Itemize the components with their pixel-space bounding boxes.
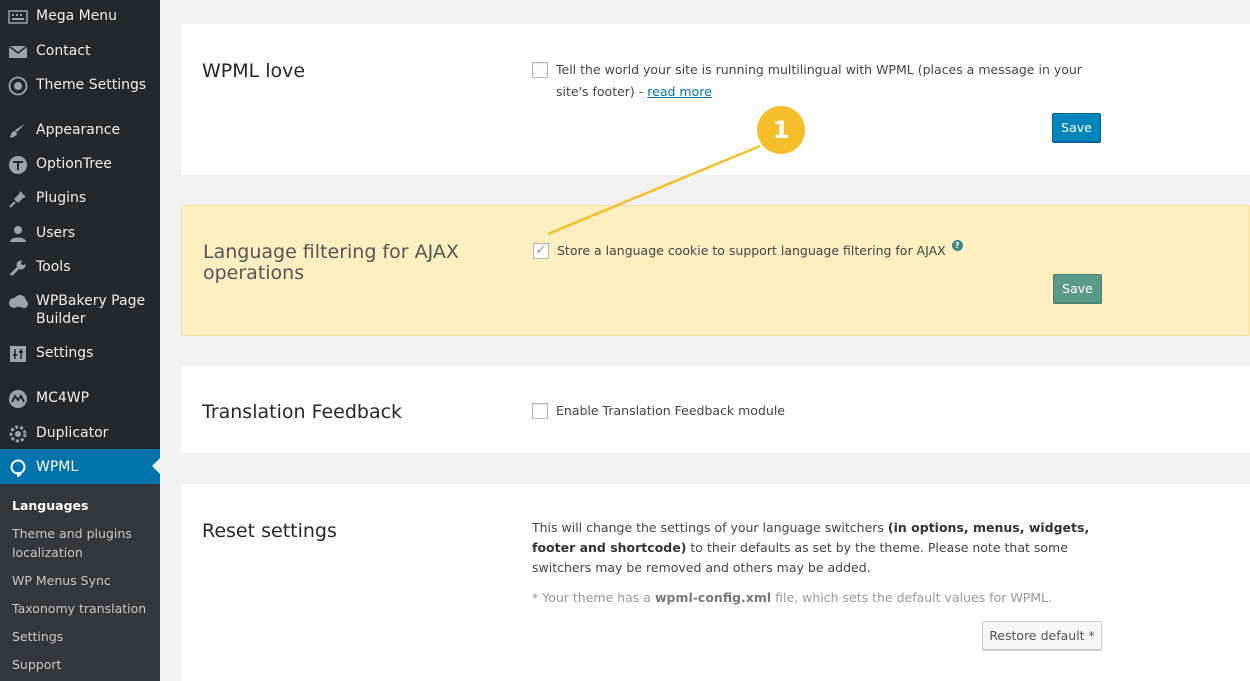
annotation-badge: 1 (757, 106, 805, 154)
annotation-pointer-line (547, 144, 761, 236)
